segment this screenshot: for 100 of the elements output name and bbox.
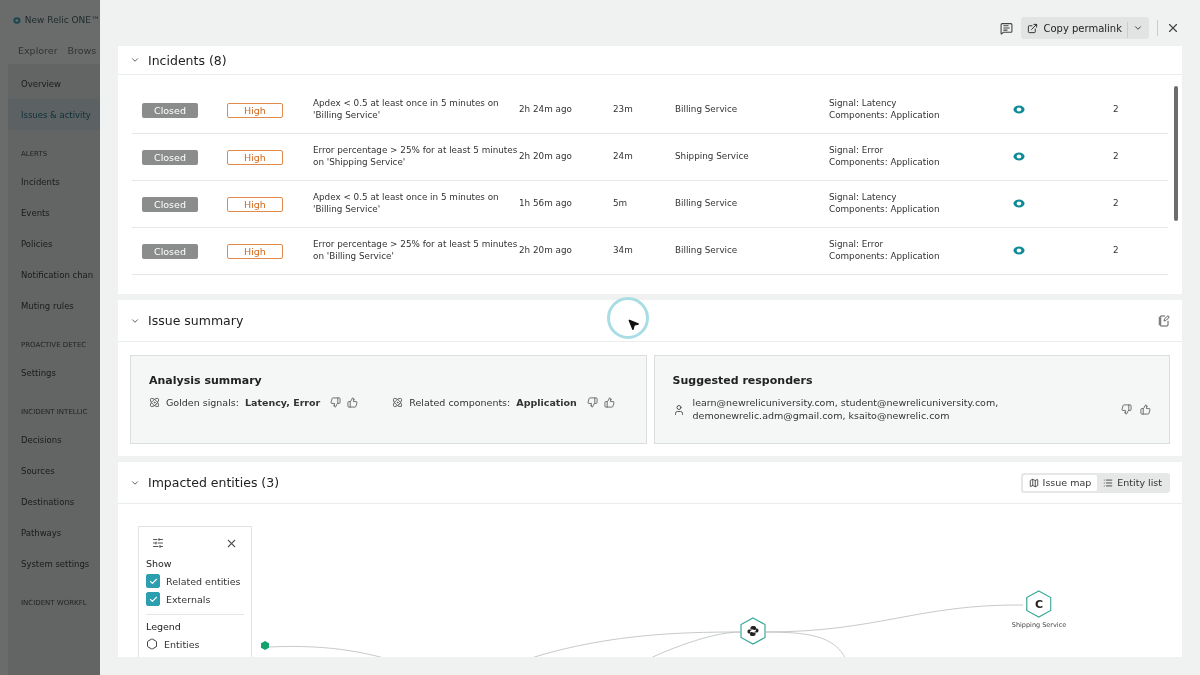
- priority-badge: High: [227, 149, 283, 165]
- status-icon: [1013, 198, 1025, 208]
- count: 2: [1113, 151, 1120, 163]
- incident-row[interactable]: Closed High Error percentage > 25% for at least 5 minutes on 'Shipping Service' 2h 20m ago 24m Shipping Service Signal: Error Components: Application 2: [132, 134, 1168, 181]
- signal-text: Signal: Error Components: Application: [829, 239, 941, 263]
- responders-list: learn@newrelicuniversity.com, student@newrelicuniversity.com, demonewrelic.adm@gmail.com, ksaito@newrelic.com: [692, 397, 1113, 423]
- sidebar-item[interactable]: Decisions: [8, 424, 100, 455]
- sidebar-item[interactable]: System settings: [8, 548, 100, 579]
- thumbs-up-icon[interactable]: [347, 397, 359, 408]
- cursor-icon: [627, 318, 640, 331]
- priority-badge: High: [227, 102, 283, 118]
- sidebar-item[interactable]: Pathways: [8, 517, 100, 548]
- caret-icon[interactable]: [1133, 23, 1143, 33]
- section-title: Impacted entities (3): [148, 475, 280, 490]
- thumbs-down-icon[interactable]: [1121, 404, 1132, 416]
- entity-name: Billing Service: [675, 245, 739, 257]
- entity-name: Shipping Service: [675, 151, 750, 163]
- view-toggle[interactable]: Entity list: [1097, 474, 1168, 491]
- logo-icon: [13, 14, 21, 26]
- analysis-label: Related components:: [409, 397, 511, 408]
- signal-icon: [149, 397, 160, 408]
- status-icon: [1013, 104, 1025, 114]
- entity-name: Billing Service: [675, 198, 739, 210]
- count: 2: [1113, 198, 1120, 210]
- map-icon: [1028, 477, 1039, 488]
- signal-icon: [392, 397, 404, 408]
- link-icon: [1027, 22, 1039, 34]
- status-icon: [1013, 151, 1025, 161]
- filter-heading: Show: [146, 558, 173, 569]
- status-icon: [1013, 245, 1025, 255]
- count: 2: [1113, 104, 1120, 116]
- thumbs-down-icon[interactable]: [586, 397, 598, 408]
- scrollbar[interactable]: [1174, 86, 1178, 221]
- entity-node[interactable]: C: [1026, 590, 1052, 618]
- state-badge: Closed: [142, 102, 198, 118]
- sidebar-item[interactable]: Policies: [8, 228, 100, 259]
- incident-title: Apdex < 0.5 at least once in 5 minutes on 'Billing Service': [313, 192, 500, 216]
- sidebar-item[interactable]: Settings: [8, 357, 100, 388]
- filter-heading: Legend: [146, 621, 182, 632]
- signal-text: Signal: Latency Components: Application: [829, 192, 941, 216]
- thumbs-up-icon[interactable]: [603, 397, 615, 408]
- incident-row[interactable]: Closed High Apdex < 0.5 at least once in 5 minutes on 'Billing Service' 2h 24m ago 23m Billing Service Signal: Latency Components: Application 2: [132, 87, 1168, 134]
- sidebar-item[interactable]: Notification chan: [8, 259, 100, 290]
- app-logo-text: New Relic ONE™: [24, 15, 100, 25]
- section-title: Issue summary: [148, 313, 244, 328]
- nav-tab[interactable]: Explorer: [18, 45, 58, 56]
- priority-badge: High: [227, 196, 283, 212]
- opened-time: 2h 20m ago: [519, 245, 573, 257]
- incident-row[interactable]: Closed High Apdex < 0.5 at least once in 5 minutes on 'Billing Service' 1h 56m ago 5m Billing Service Signal: Latency Components: Application 2: [132, 181, 1168, 228]
- sidebar-item[interactable]: Destinations: [8, 486, 100, 517]
- state-badge: Closed: [142, 196, 198, 212]
- sidebar-item[interactable]: Sources: [8, 455, 100, 486]
- cursor-highlight: [607, 297, 649, 339]
- duration: 24m: [613, 151, 634, 163]
- sidebar-item[interactable]: Overview: [8, 68, 100, 99]
- opened-time: 1h 56m ago: [519, 198, 573, 210]
- checkbox[interactable]: [146, 574, 160, 588]
- signal-text: Signal: Latency Components: Application: [829, 98, 941, 122]
- legend-label: Entities: [164, 638, 200, 650]
- copy-permalink-button[interactable]: Copy permalink: [1021, 17, 1149, 39]
- nav-tab[interactable]: Brows: [67, 45, 97, 56]
- analysis-value: Latency, Error: [245, 397, 321, 408]
- incident-title: Error percentage > 25% for at least 5 minutes on 'Shipping Service': [313, 145, 519, 169]
- sidebar-item[interactable]: Issues & activity: [8, 99, 100, 130]
- card-title: Analysis summary: [149, 374, 263, 387]
- sidebar-item[interactable]: Incidents: [8, 166, 100, 197]
- card-title: Suggested responders: [672, 374, 814, 387]
- hexagon-icon: [146, 638, 158, 650]
- duration: 5m: [613, 198, 629, 210]
- thumbs-up-icon[interactable]: [1140, 404, 1151, 416]
- filter-icon[interactable]: [152, 537, 164, 549]
- count: 2: [1113, 245, 1120, 257]
- state-badge: Closed: [142, 149, 198, 165]
- signal-text: Signal: Error Components: Application: [829, 145, 941, 169]
- incident-title: Error percentage > 25% for at least 5 minutes on 'Billing Service': [313, 239, 519, 263]
- incident-row[interactable]: Closed High Error percentage > 25% for at least 5 minutes on 'Billing Service' 2h 20m ago 34m Billing Service Signal: Error Components: Application 2: [132, 228, 1168, 275]
- opened-time: 2h 20m ago: [519, 151, 573, 163]
- priority-badge: High: [227, 243, 283, 259]
- close-icon[interactable]: [225, 537, 238, 550]
- opened-time: 2h 24m ago: [519, 104, 573, 116]
- checkbox[interactable]: [146, 592, 160, 606]
- sidebar-item[interactable]: Events: [8, 197, 100, 228]
- sidebar-item[interactable]: Muting rules: [8, 290, 100, 321]
- python-icon: [747, 625, 759, 637]
- collapse-icon[interactable]: [130, 55, 140, 65]
- entity-name: Billing Service: [675, 104, 739, 116]
- analysis-value: Application: [516, 397, 577, 408]
- duration: 34m: [613, 245, 634, 257]
- thumbs-down-icon[interactable]: [330, 397, 342, 408]
- user-icon: [672, 403, 685, 416]
- section-title: Incidents (8): [148, 52, 227, 68]
- duration: 23m: [613, 104, 634, 116]
- incident-title: Apdex < 0.5 at least once in 5 minutes on 'Billing Service': [313, 98, 500, 122]
- state-badge: Closed: [142, 243, 198, 259]
- analysis-label: Golden signals:: [166, 397, 239, 408]
- option-label: Externals: [166, 593, 211, 605]
- notes-icon[interactable]: [1158, 314, 1170, 327]
- view-toggle[interactable]: Issue map: [1022, 474, 1098, 491]
- option-label: Related entities: [166, 575, 241, 587]
- entity-node[interactable]: [740, 617, 766, 645]
